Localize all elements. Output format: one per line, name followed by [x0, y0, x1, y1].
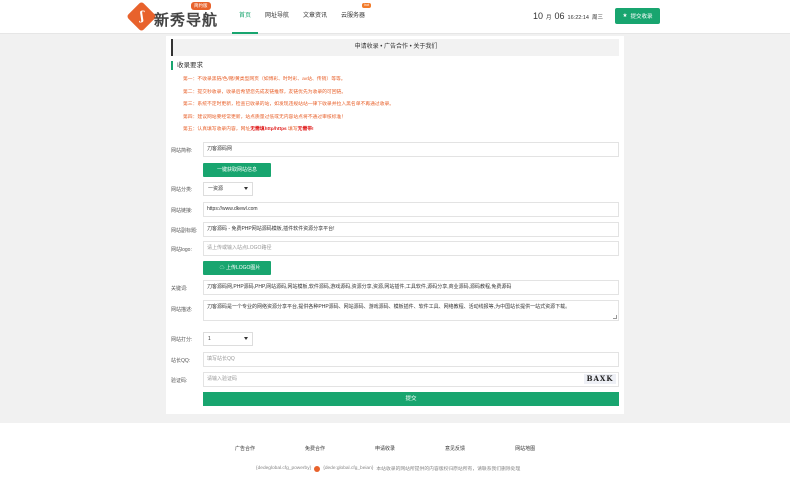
- footer-link-apply[interactable]: 申请收录: [375, 445, 395, 452]
- site-url-input[interactable]: https://www.dkewl.com: [203, 202, 619, 217]
- footer-disclaimer: 本站收录的网站所提供的内容版权归原站所有，请联系我们删除处理: [376, 467, 521, 472]
- subtitle-label: 网站副标题:: [171, 228, 198, 234]
- description-textarea[interactable]: 刀客源码是一个专业的网络资源分享平台,提供各种PHP源码、网站源码、游戏源码、模…: [203, 300, 619, 321]
- category-label: 网站分类:: [171, 187, 193, 193]
- clock-day: 06: [554, 11, 565, 21]
- qq-label: 站长QQ:: [171, 358, 191, 364]
- subtitle-input[interactable]: 刀客源码 - 免费PHP网站源码模板,插件软件资源分享平台!: [203, 222, 619, 237]
- rating-select[interactable]: 1: [203, 332, 253, 346]
- site-name-label: 网站简称:: [171, 148, 193, 154]
- req-prefix: 第五：: [183, 127, 198, 132]
- description-label: 网站描述:: [171, 307, 193, 313]
- req-emphasis-2: 无需带!: [297, 127, 314, 132]
- footer-beian[interactable]: {dede:global.cfg_beian}: [323, 466, 373, 471]
- req-prefix: 第四：: [183, 114, 198, 120]
- submit-site-button[interactable]: ★ 提交收录: [615, 8, 660, 24]
- logo-letter: ʃ: [140, 9, 144, 23]
- nav-sites[interactable]: 网址导航: [258, 0, 296, 34]
- logo-label: 网站logo:: [171, 247, 192, 253]
- clock-weekday: 周三: [591, 15, 603, 21]
- site-url-label: 网站链接:: [171, 208, 193, 214]
- captcha-input[interactable]: 请输入验证码: [207, 376, 237, 382]
- nav-cloud-server-label: 云服务器: [341, 13, 366, 19]
- keywords-label: 关键词:: [171, 286, 188, 292]
- requirement-item: 第二：提交秒收录，收录后希望您先成友链推荐，友链优先为收录的可回链。: [183, 87, 613, 100]
- footer-link-ads[interactable]: 广告合作: [235, 445, 255, 452]
- nav-cloud-server[interactable]: 云服务器 hot: [334, 0, 372, 34]
- panel-tabs[interactable]: 申请收录 • 广告合作 • 关于我们: [171, 39, 619, 56]
- footer-powerby: {dedeglobal.cfg_powerby}: [256, 466, 312, 471]
- req-text: 不收录黑链/色/赌/黄类型网页（如博彩、时时彩、av站、传销）等等。: [197, 77, 346, 82]
- rating-value: 1: [208, 336, 211, 342]
- footer-link-sitemap[interactable]: 网站地图: [515, 445, 535, 452]
- chevron-down-icon: [244, 337, 248, 340]
- req-emphasis: 无需填http/https: [250, 127, 287, 132]
- section-title: 收录要求: [171, 61, 203, 70]
- requirement-item: 第三：系统不定时更新，检查已收录的站，如发现违规站站一律下收录并拉入黑名单不再通…: [183, 99, 613, 112]
- fetch-site-info-button[interactable]: 一键获取网站信息: [203, 163, 271, 177]
- captcha-field: 请输入验证码: [203, 372, 619, 387]
- requirements-list: 第一：不收录黑链/色/赌/黄类型网页（如博彩、时时彩、av站、传销）等等。 第二…: [183, 74, 613, 137]
- logo-badge: 简约版: [191, 2, 211, 10]
- footer-bottom: {dedeglobal.cfg_powerby} {dede:global.cf…: [256, 465, 520, 472]
- site-name-input[interactable]: 刀客源码网: [203, 142, 619, 157]
- upload-logo-button[interactable]: ☁ 上传LOGO图片: [203, 261, 271, 275]
- captcha-label: 验证码:: [171, 378, 188, 384]
- resize-handle-icon[interactable]: [613, 315, 617, 319]
- qq-input[interactable]: 填写站长QQ: [203, 352, 619, 367]
- req-prefix: 第一：: [183, 77, 198, 82]
- site-footer: 广告合作 免费合作 申请收录 意见反馈 网站地图 {dedeglobal.cfg…: [0, 423, 790, 492]
- submit-button[interactable]: 提交: [203, 392, 619, 406]
- category-value: 一资源: [208, 186, 224, 192]
- description-text: 刀客源码是一个专业的网络资源分享平台,提供各种PHP源码、网站源码、游戏源码、模…: [207, 304, 571, 310]
- submit-site-label: 提交收录: [630, 14, 653, 20]
- captcha-image[interactable]: BAXK: [584, 374, 616, 384]
- req-prefix: 第三：: [183, 102, 198, 107]
- upload-logo-label: 上传LOGO图片: [225, 265, 261, 271]
- clock-month-unit: 月: [546, 15, 552, 21]
- main-nav: 首页 网址导航 文章资讯 云服务器 hot: [232, 0, 372, 34]
- category-select[interactable]: 一资源: [203, 182, 253, 196]
- nav-home[interactable]: 首页: [232, 0, 259, 34]
- req-suffix: 填写: [286, 127, 298, 132]
- clock-month: 10: [533, 11, 544, 21]
- req-text: 建议网站要经常更新，站点质量过低或无内容站点将不通过审核标准！: [197, 114, 347, 120]
- cloud-upload-icon: ☁: [219, 265, 225, 271]
- chevron-down-icon: [244, 187, 248, 190]
- date-clock: 10 月 06 16:22:14 周三: [533, 11, 603, 21]
- req-text: 系统不定时更新，检查已收录的站，如发现违规站站一律下收录并拉入黑名单不再通过收录…: [197, 102, 395, 107]
- clock-time: 16:22:14: [567, 15, 589, 21]
- submit-panel: 申请收录 • 广告合作 • 关于我们 收录要求 第一：不收录黑链/色/赌/黄类型…: [166, 36, 624, 414]
- footer-link-feedback[interactable]: 意见反馈: [445, 445, 465, 452]
- rating-label: 网站打分:: [171, 337, 193, 343]
- footer-links: 广告合作 免费合作 申请收录 意见反馈 网站地图: [235, 445, 585, 452]
- logo-text: 新秀导航: [154, 11, 219, 29]
- site-header: ʃ 新秀导航 简约版 首页 网址导航 文章资讯 云服务器 hot 10 月 06…: [0, 0, 790, 34]
- logo-input[interactable]: 请上传或输入站点LOGO路径: [203, 241, 619, 256]
- req-text: 提交秒收录，收录后希望您先成友链推荐，友链优先为收录的可回链。: [197, 89, 347, 95]
- req-prefix: 第二：: [183, 89, 198, 95]
- nav-articles[interactable]: 文章资讯: [296, 0, 334, 34]
- beian-icon: [314, 465, 321, 472]
- footer-link-free-coop[interactable]: 免费合作: [305, 445, 325, 452]
- star-icon: ★: [622, 13, 628, 19]
- requirement-item: 第四：建议网站要经常更新，站点质量过低或无内容站点将不通过审核标准！: [183, 112, 613, 125]
- req-text: 认真填写收录内容，网址: [197, 127, 251, 132]
- requirement-item: 第五：认真填写收录内容，网址无需填http/https 填写无需带!: [183, 124, 613, 137]
- keywords-input[interactable]: 刀客源码网,PHP源码,PHP,网站源码,网站模板,软件源码,游戏源码,资源分享…: [203, 280, 619, 295]
- hot-badge: hot: [362, 3, 372, 8]
- site-logo[interactable]: ʃ 新秀导航 简约版: [126, 1, 217, 32]
- requirement-item: 第一：不收录黑链/色/赌/黄类型网页（如博彩、时时彩、av站、传销）等等。: [183, 74, 613, 87]
